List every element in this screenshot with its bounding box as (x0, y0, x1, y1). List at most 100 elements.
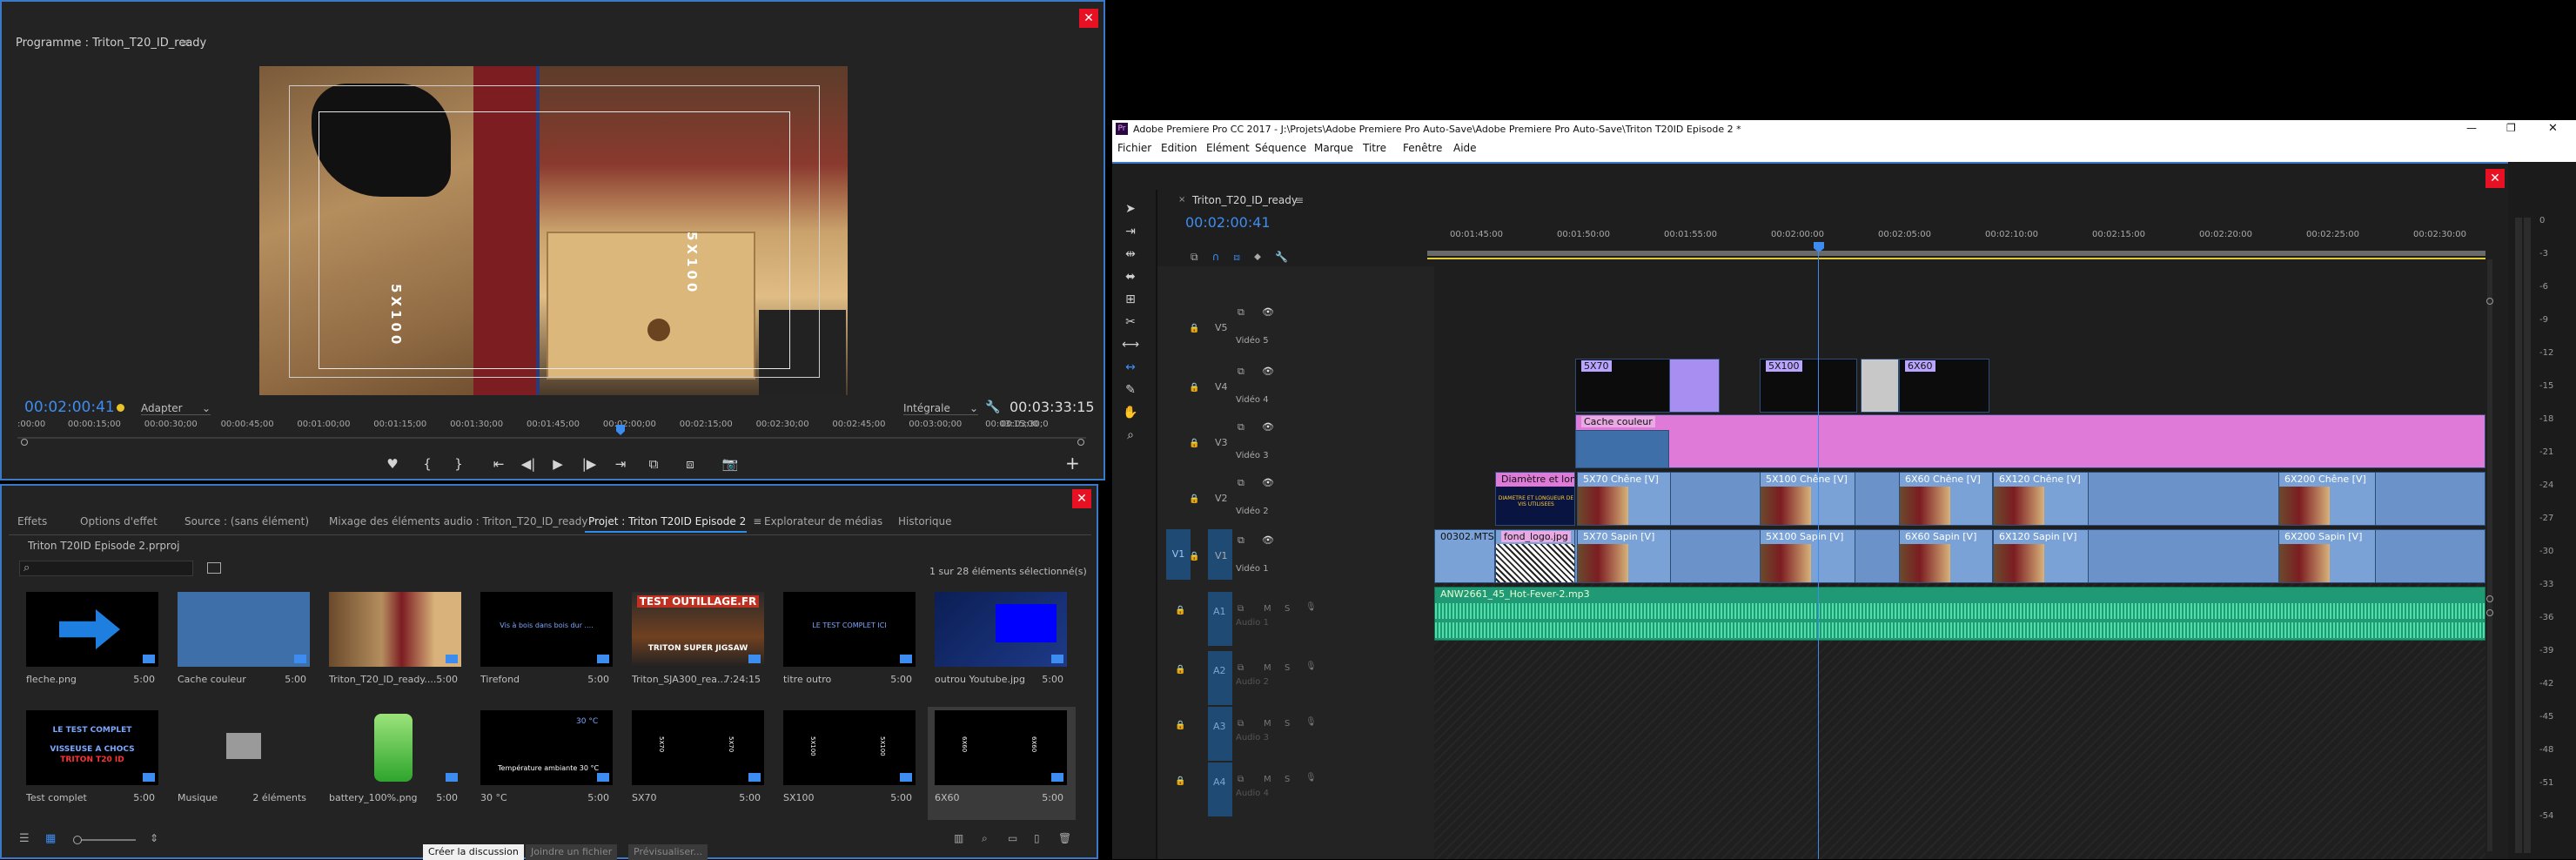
new-bin-icon[interactable] (207, 562, 221, 574)
eye-icon[interactable]: 👁 (1262, 477, 1274, 488)
mic-icon[interactable]: 🎙 (1305, 717, 1317, 727)
wrench-icon[interactable]: 🔧 (985, 400, 1000, 414)
tab-1[interactable]: Options d'effet (80, 515, 158, 527)
timeline-timecode[interactable]: 00:02:00:41 (1185, 214, 1271, 231)
audio-track-target[interactable] (1208, 707, 1232, 761)
find-icon[interactable]: ⌕ (982, 832, 988, 845)
lock-icon[interactable]: 🔒 (1189, 439, 1199, 448)
go-to-out-icon[interactable]: ⇥ (609, 453, 632, 475)
folder-icon[interactable]: ▭ (1008, 832, 1017, 844)
step-back-icon[interactable]: ◀| (517, 453, 540, 475)
maximize-button[interactable]: ❐ (2506, 122, 2516, 134)
solo-button[interactable]: S (1285, 775, 1290, 784)
track-select-icon[interactable]: ⇥ (1121, 225, 1140, 244)
clip-v1[interactable]: 5X70 Sapin [V] (1577, 529, 1671, 583)
mic-icon[interactable]: 🎙 (1305, 773, 1317, 783)
clip-v1[interactable]: 6X200 Sapin [V] (2278, 529, 2376, 583)
current-timecode[interactable]: 00:02:00:41 (24, 399, 115, 416)
lock-icon[interactable]: 🔒 (1189, 383, 1199, 393)
scroll-handle-audio[interactable] (2486, 609, 2493, 616)
extract-icon[interactable]: ⧈ (679, 453, 701, 475)
clip-v1[interactable]: 6X60 Sapin [V] (1899, 529, 1993, 583)
track-target[interactable] (1157, 360, 1182, 411)
work-area-bar[interactable] (1427, 251, 2485, 256)
mic-icon[interactable]: 🎙 (1305, 602, 1317, 612)
menu-4[interactable]: Marque (1314, 142, 1353, 154)
menu-6[interactable]: Fenêtre (1403, 142, 1442, 154)
menu-2[interactable]: Elément (1206, 142, 1250, 154)
clip-v2[interactable]: 6X60 Chêne [V] (1899, 472, 1993, 526)
bottom-tab-2[interactable]: Prévisualiser... (628, 844, 708, 860)
sync-lock-icon[interactable]: ⧉ (1238, 775, 1244, 784)
lock-icon[interactable]: 🔒 (1189, 552, 1199, 561)
sync-lock-icon[interactable]: ⧉ (1238, 719, 1244, 729)
sync-lock-icon[interactable]: ⧉ (1238, 421, 1244, 433)
lock-icon[interactable]: 🔒 (1175, 665, 1185, 675)
mark-in-icon[interactable]: { (416, 453, 439, 475)
pen-icon[interactable]: ✎ (1121, 383, 1140, 402)
audio-track-target[interactable] (1208, 592, 1232, 646)
close-button[interactable]: ✕ (2548, 122, 2558, 135)
panel-menu-icon[interactable]: ≡ (1295, 194, 1304, 206)
menu-3[interactable]: Séquence (1255, 142, 1306, 154)
clip-v4[interactable]: 5X100 (1760, 359, 1857, 413)
project-item[interactable]: Cache couleur 5:00 (171, 588, 319, 702)
clip-v2[interactable]: 6X200 Chêne [V] (2278, 472, 2376, 526)
scroll-handle-top[interactable] (2486, 298, 2493, 305)
audio-track-target[interactable] (1208, 763, 1232, 816)
mic-icon[interactable]: 🎙 (1305, 662, 1317, 671)
bottom-tab-0[interactable]: Créer la discussion (423, 844, 524, 860)
scroll-handle-bottom[interactable] (2486, 595, 2493, 602)
slide-icon[interactable]: ↔ (1121, 360, 1140, 380)
project-item[interactable]: TEST OUTILLAGE.FR TRITON SUPER JIGSAW Trit… (625, 588, 773, 702)
export-frame-icon[interactable]: 📷 (719, 453, 741, 475)
playhead[interactable] (616, 425, 625, 435)
mute-button[interactable]: M (1264, 604, 1271, 614)
sync-lock-icon[interactable]: ⧉ (1238, 663, 1244, 673)
icon-view-icon[interactable]: ▦ (45, 832, 56, 845)
project-item[interactable]: Triton_T20_ID_ready.... 5:00 (322, 588, 470, 702)
source-patch-v1[interactable]: V1 (1166, 529, 1191, 580)
menu-1[interactable]: Edition (1161, 142, 1197, 154)
mark-out-icon[interactable]: } (447, 453, 470, 475)
project-item[interactable]: Vis à bois dans bois dur .... Tirefond 5:0… (473, 588, 621, 702)
tab-2[interactable]: Source : (sans élément) (184, 515, 309, 527)
minimize-button[interactable]: — (2466, 122, 2477, 134)
project-item[interactable]: battery_100%.png 5:00 (322, 707, 470, 820)
project-item[interactable]: LE TEST COMPLET ICI titre outro 5:00 (776, 588, 924, 702)
trash-icon[interactable]: 🗑 (1058, 832, 1071, 844)
close-button[interactable]: ✕ (1072, 489, 1091, 508)
add-marker-icon[interactable]: ♥ (381, 453, 404, 475)
eye-icon[interactable]: 👁 (1262, 366, 1274, 377)
step-forward-icon[interactable]: |▶ (578, 453, 600, 475)
new-item-icon[interactable]: ▯ (1034, 832, 1040, 844)
linked-icon[interactable]: ⧈ (1233, 251, 1254, 263)
clip-v4[interactable]: 6X60 (1899, 359, 1989, 413)
clip-v1[interactable]: fond_logo.jpg (1495, 529, 1575, 583)
vertical-scrollbar[interactable] (2487, 259, 2492, 851)
lock-icon[interactable]: 🔒 (1189, 494, 1199, 504)
sequence-tab[interactable]: Triton_T20_ID_ready (1192, 194, 1298, 206)
quality-dropdown[interactable]: Intégrale ⌄ (903, 402, 978, 415)
clip-cache-couleur[interactable]: Cache couleur (1575, 414, 2485, 468)
menu-5[interactable]: Titre (1363, 142, 1386, 154)
tab-4[interactable]: Projet : Triton T20ID Episode 2 ≡ (588, 515, 761, 527)
lift-icon[interactable]: ⧉ (642, 453, 665, 475)
project-item[interactable]: fleche.png 5:00 (19, 588, 167, 702)
mute-button[interactable]: M (1264, 719, 1271, 729)
clip-v2[interactable]: 5X100 Chêne [V] (1760, 472, 1855, 526)
nest-icon[interactable]: ⧉ (1191, 251, 1212, 263)
project-item[interactable]: LE TEST COMPLET VISSEUSE A CHOCS TRITON T2… (19, 707, 167, 820)
menu-7[interactable]: Aide (1453, 142, 1477, 154)
project-item[interactable]: 6X60 6X60 6X60 5:00 (928, 707, 1076, 820)
zoom-handle-left[interactable] (21, 439, 28, 446)
lock-icon[interactable]: 🔒 (1189, 324, 1199, 333)
panel-menu-icon[interactable]: ≡ (753, 515, 761, 527)
solo-button[interactable]: S (1285, 719, 1290, 729)
project-item[interactable]: 5X100 5X100 SX100 5:00 (776, 707, 924, 820)
go-to-in-icon[interactable]: ⇤ (487, 453, 510, 475)
bottom-tab-1[interactable]: Joindre un fichier (526, 844, 618, 860)
sync-lock-icon[interactable]: ⧉ (1238, 306, 1244, 319)
zoom-icon[interactable]: ⌕ (1121, 428, 1140, 447)
lock-icon[interactable]: 🔒 (1175, 776, 1185, 786)
